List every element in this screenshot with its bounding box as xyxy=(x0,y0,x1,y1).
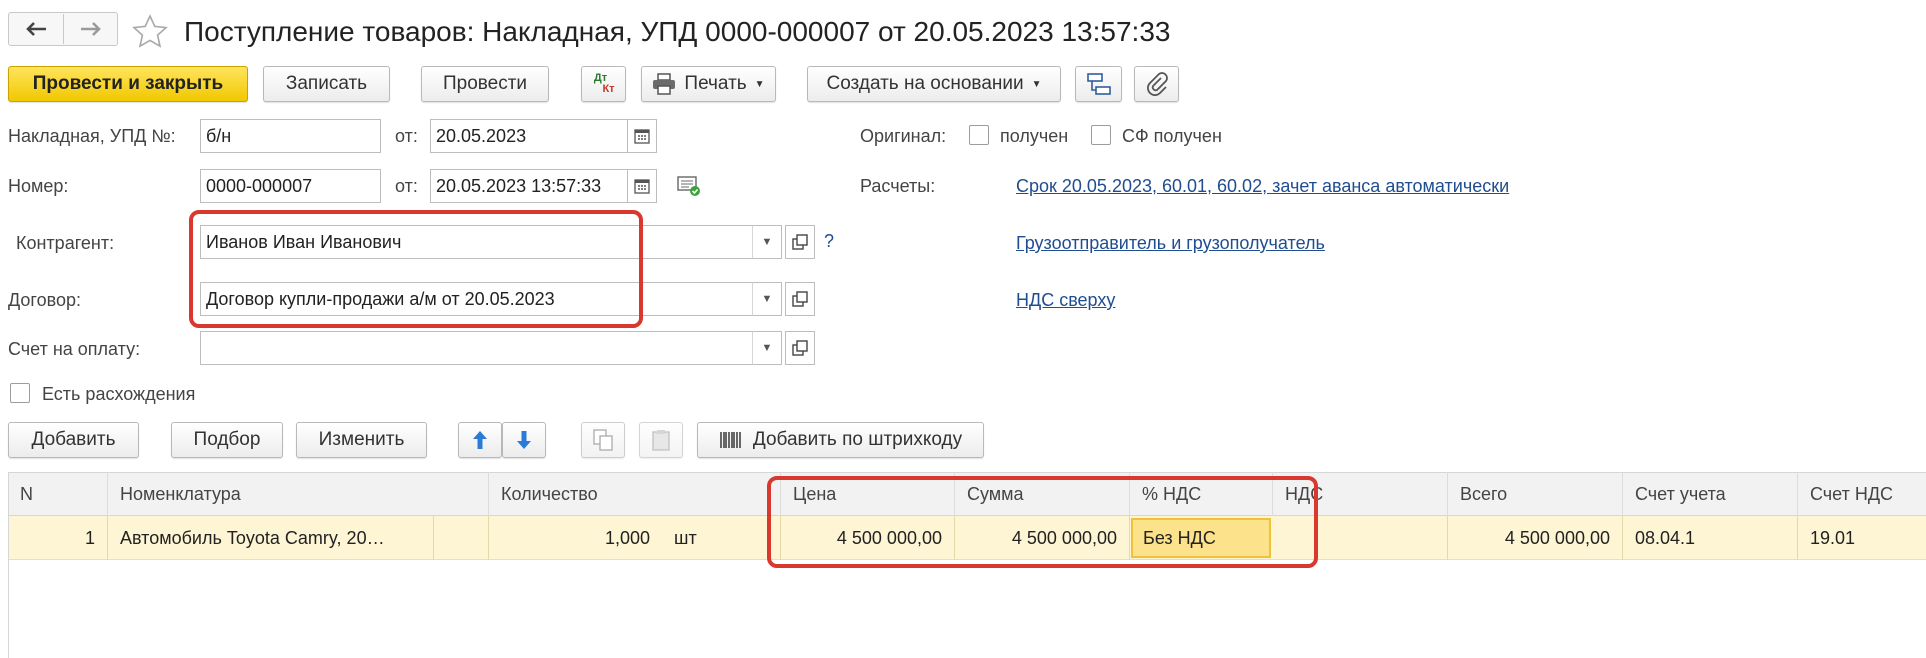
invoice-date-field[interactable]: 20.05.2023 xyxy=(430,119,628,153)
contract-dropdown-button[interactable]: ▼ xyxy=(752,282,782,316)
contract-open-button[interactable] xyxy=(785,282,815,316)
print-label: Печать xyxy=(684,73,747,94)
help-icon[interactable]: ? xyxy=(824,231,834,252)
document-check-icon[interactable] xyxy=(676,174,702,203)
page-title: Поступление товаров: Накладная, УПД 0000… xyxy=(184,16,1171,47)
arrow-up-icon xyxy=(473,431,487,449)
column-header-total[interactable]: Всего xyxy=(1448,472,1623,516)
move-up-button[interactable] xyxy=(458,422,502,458)
number-date-field[interactable]: 20.05.2023 13:57:33 xyxy=(430,169,628,203)
dropdown-caret-icon: ▼ xyxy=(754,78,765,90)
copy-icon xyxy=(593,429,613,451)
settlements-link[interactable]: Срок 20.05.2023, 60.01, 60.02, зачет ава… xyxy=(1016,176,1509,197)
calendar-button[interactable] xyxy=(627,119,657,153)
cell-item-extra[interactable] xyxy=(433,516,489,560)
add-by-barcode-button[interactable]: Добавить по штрихкоду xyxy=(697,422,984,458)
printer-icon xyxy=(653,73,676,95)
column-header-item[interactable]: Номенклатура xyxy=(108,472,489,516)
discrepancy-checkbox[interactable] xyxy=(10,383,30,403)
shipper-consignee-link[interactable]: Грузоотправитель и грузополучатель xyxy=(1016,233,1325,254)
structure-button[interactable] xyxy=(1075,66,1122,102)
column-header-n[interactable]: N xyxy=(8,472,108,516)
cell-item[interactable]: Автомобиль Toyota Camry, 20… xyxy=(108,516,433,560)
open-window-icon xyxy=(792,340,808,356)
original-label: Оригинал: xyxy=(860,126,947,146)
cell-unit[interactable]: шт xyxy=(662,516,781,560)
number-label: Номер: xyxy=(8,176,69,196)
annotation-highlight-counterparty-contract xyxy=(189,210,643,328)
invoice-date-from-label: от: xyxy=(395,126,418,146)
hierarchy-icon xyxy=(1086,73,1111,95)
annotation-highlight-price-vat xyxy=(767,476,1318,568)
calendar-button[interactable] xyxy=(627,169,657,203)
discrepancy-label: Есть расхождения xyxy=(42,384,196,404)
favorite-star-icon[interactable] xyxy=(132,14,168,53)
sf-received-label: СФ получен xyxy=(1122,126,1222,146)
settlements-label: Расчеты: xyxy=(860,176,936,196)
move-down-button[interactable] xyxy=(502,422,546,458)
column-header-account[interactable]: Счет учета xyxy=(1623,472,1798,516)
paperclip-icon xyxy=(1146,72,1168,96)
calendar-icon xyxy=(634,129,650,144)
edit-button[interactable]: Изменить xyxy=(296,422,427,458)
cell-n[interactable]: 1 xyxy=(8,516,108,560)
select-button[interactable]: Подбор xyxy=(171,422,283,458)
print-button[interactable]: Печать ▼ xyxy=(641,66,776,102)
counterparty-label: Контрагент: xyxy=(16,233,115,253)
copy-rows-button[interactable] xyxy=(581,422,625,458)
payment-invoice-label: Счет на оплату: xyxy=(8,339,141,359)
number-date-from-label: от: xyxy=(395,176,418,196)
column-header-vat-account[interactable]: Счет НДС xyxy=(1798,472,1926,516)
cell-quantity[interactable]: 1,000 xyxy=(489,516,662,560)
attach-button[interactable] xyxy=(1134,66,1179,102)
post-button[interactable]: Провести xyxy=(421,66,549,102)
forward-button[interactable] xyxy=(64,13,118,45)
original-received-label: получен xyxy=(1000,126,1069,146)
add-by-barcode-label: Добавить по штрихкоду xyxy=(752,429,963,450)
payment-invoice-open-button[interactable] xyxy=(785,331,815,365)
add-button[interactable]: Добавить xyxy=(8,422,139,458)
invoice-number-label: Накладная, УПД №: xyxy=(8,126,176,146)
post-and-close-button[interactable]: Провести и закрыть xyxy=(8,66,248,102)
contract-label: Договор: xyxy=(8,290,81,310)
back-arrow-icon xyxy=(26,22,46,36)
dropdown-caret-icon: ▼ xyxy=(761,236,773,248)
paste-icon xyxy=(652,430,670,451)
open-window-icon xyxy=(792,291,808,307)
counterparty-open-button[interactable] xyxy=(785,225,815,259)
vat-on-top-link[interactable]: НДС сверху xyxy=(1016,290,1115,311)
cell-vat-account[interactable]: 19.01 xyxy=(1798,516,1926,560)
column-header-quantity[interactable]: Количество xyxy=(489,472,781,516)
counterparty-dropdown-button[interactable]: ▼ xyxy=(752,225,782,259)
create-based-label: Создать на основании xyxy=(826,73,1024,94)
original-received-checkbox[interactable] xyxy=(969,125,989,145)
paste-rows-button[interactable] xyxy=(639,422,683,458)
sf-received-checkbox[interactable] xyxy=(1091,125,1111,145)
invoice-number-field[interactable]: б/н xyxy=(200,119,381,153)
table-left-border xyxy=(8,472,9,658)
open-window-icon xyxy=(792,234,808,250)
dropdown-caret-icon: ▼ xyxy=(761,293,773,305)
number-field[interactable]: 0000-000007 xyxy=(200,169,381,203)
arrow-down-icon xyxy=(517,431,531,449)
cell-account[interactable]: 08.04.1 xyxy=(1623,516,1798,560)
dropdown-caret-icon: ▼ xyxy=(1031,78,1042,90)
save-button[interactable]: Записать xyxy=(263,66,390,102)
forward-arrow-icon xyxy=(81,22,101,36)
back-button[interactable] xyxy=(9,13,63,45)
cell-total[interactable]: 4 500 000,00 xyxy=(1448,516,1623,560)
calendar-icon xyxy=(634,179,650,194)
dropdown-caret-icon: ▼ xyxy=(761,342,773,354)
kt-label: Кт xyxy=(602,83,615,95)
payment-invoice-field[interactable] xyxy=(200,331,753,365)
create-based-on-button[interactable]: Создать на основании ▼ xyxy=(807,66,1061,102)
barcode-icon xyxy=(720,432,741,448)
payment-invoice-dropdown-button[interactable]: ▼ xyxy=(752,331,782,365)
dt-kt-button[interactable]: Дт Кт xyxy=(581,66,626,102)
